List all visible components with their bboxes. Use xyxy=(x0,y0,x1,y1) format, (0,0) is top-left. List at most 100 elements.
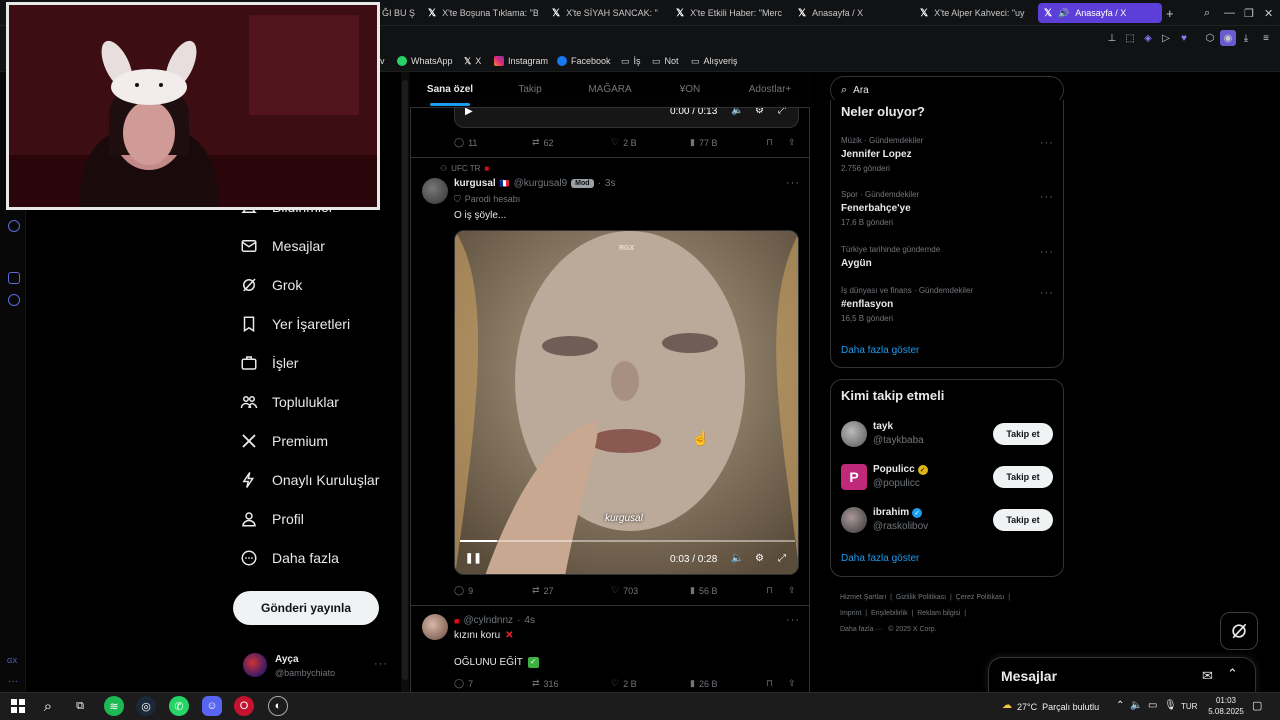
follow-button[interactable]: Takip et xyxy=(993,423,1053,445)
bookmark-facebook[interactable]: Facebook xyxy=(557,50,611,72)
clock-time[interactable]: 01:03 xyxy=(1206,696,1246,705)
suggest-name[interactable]: ibrahim xyxy=(873,507,909,518)
fullscreen-icon[interactable]: ⤢ xyxy=(778,553,786,564)
nav-profile[interactable]: Profil xyxy=(240,510,304,528)
footer-link[interactable]: Reklam bilgisi xyxy=(917,610,960,617)
post-menu-icon[interactable]: ··· xyxy=(786,177,800,189)
volume-icon[interactable]: 🔈 xyxy=(731,553,743,564)
show-more-trends-link[interactable]: Daha fazla göster xyxy=(841,345,919,356)
language-indicator[interactable]: TUR xyxy=(1181,702,1197,711)
reply-button[interactable]: ◯ 9 xyxy=(454,585,473,596)
nav-verified-orgs[interactable]: Onaylı Kuruluşlar xyxy=(240,471,379,489)
tab-for-you[interactable]: Sana özel xyxy=(410,72,490,108)
browser-tab[interactable]: 𝕏 Anasayfa / X xyxy=(798,0,908,26)
opera-gx-icon[interactable]: O xyxy=(234,696,254,716)
network-icon[interactable]: ▭ xyxy=(1148,700,1157,711)
clock-date[interactable]: 5.08.2025 xyxy=(1202,707,1250,716)
nav-bookmarks[interactable]: Yer İşaretleri xyxy=(240,315,350,333)
footer-link[interactable]: Hizmet Şartları xyxy=(840,594,886,601)
post-menu-icon[interactable]: ··· xyxy=(786,614,800,626)
video-progress-track[interactable] xyxy=(460,540,795,542)
steam-icon[interactable]: ◎ xyxy=(136,696,156,716)
trend-item[interactable]: İş dünyası ve finans · Gündemdekiler #en… xyxy=(841,286,973,323)
new-message-icon[interactable]: ✉ xyxy=(1202,668,1213,684)
community-context[interactable]: ⚇ UFC TR ■ xyxy=(440,164,489,173)
share-icon[interactable]: ⇪ xyxy=(788,137,796,148)
avatar[interactable] xyxy=(243,653,267,677)
post-time[interactable]: 4s xyxy=(524,615,535,626)
repost-button[interactable]: ⇄ 62 xyxy=(532,137,554,148)
repost-button[interactable]: ⇄ 316 xyxy=(532,678,559,689)
repost-button[interactable]: ⇄ 27 xyxy=(532,585,554,596)
restore-icon[interactable]: ❐ xyxy=(1244,0,1254,26)
browser-tab[interactable]: 𝕏 X'te SİYAH SANCAK: " xyxy=(552,0,662,26)
more-icon[interactable]: ··· xyxy=(8,676,18,687)
browser-tab[interactable]: 𝕏 X'te Etkili Haber: "Merc xyxy=(676,0,786,26)
footer-link[interactable]: Imprint xyxy=(840,610,861,617)
suggest-name[interactable]: Populicc xyxy=(873,464,915,475)
heart-icon[interactable]: ♥ xyxy=(1176,30,1192,46)
nav-communities[interactable]: Topluluklar xyxy=(240,393,339,411)
tab-adostlar[interactable]: Adostlar+ xyxy=(730,72,810,108)
task-view-icon[interactable]: ⧉ xyxy=(70,696,90,716)
nav-premium[interactable]: Premium xyxy=(240,432,328,450)
download-icon[interactable]: ⤓ xyxy=(1238,30,1254,46)
trend-menu-icon[interactable]: ··· xyxy=(1040,246,1054,258)
menu-icon[interactable]: ≡ xyxy=(1258,30,1274,46)
grok-floating-button[interactable] xyxy=(1220,612,1258,650)
bookmark-folder[interactable]: ▭ Not xyxy=(652,50,679,72)
avatar[interactable] xyxy=(841,507,867,533)
browser-tab[interactable]: ĞI BU Ş xyxy=(382,0,416,26)
search-icon[interactable]: ⌕ xyxy=(38,696,58,716)
microphone-icon[interactable]: 🎙 xyxy=(1164,700,1177,711)
nav-more[interactable]: Daha fazla xyxy=(240,549,339,567)
bookmark-folder[interactable]: ▭ Alışveriş xyxy=(691,50,738,72)
browser-tab-active[interactable]: 𝕏 🔊 Anasayfa / X xyxy=(1038,3,1162,23)
settings-gear-icon[interactable]: ⚙ xyxy=(755,553,764,564)
weather-text[interactable]: 27°C Parçalı bulutlu xyxy=(1017,702,1099,712)
screenshot-icon[interactable]: ⬚ xyxy=(1122,30,1138,46)
extensions-icon[interactable]: ⬡ xyxy=(1202,30,1218,46)
discord-icon[interactable]: ☺ xyxy=(202,696,222,716)
footer-link[interactable]: Erişilebilirlik xyxy=(871,610,908,617)
nav-messages[interactable]: Mesajlar xyxy=(240,237,325,255)
spotify-icon[interactable]: ≋ xyxy=(104,696,124,716)
footer-link[interactable]: Daha fazla ··· xyxy=(840,626,882,633)
trend-item[interactable]: Spor · Gündemdekiler Fenerbahçe'ye 17,6 … xyxy=(841,190,919,227)
shield-icon[interactable]: ◈ xyxy=(1140,30,1156,46)
follow-button[interactable]: Takip et xyxy=(993,466,1053,488)
follow-button[interactable]: Takip et xyxy=(993,509,1053,531)
bookmark[interactable]: v xyxy=(380,50,385,72)
post-time[interactable]: 3s xyxy=(605,178,616,189)
like-button[interactable]: ♡ 2 B xyxy=(611,678,637,689)
new-tab-button[interactable]: + xyxy=(1166,0,1178,26)
like-button[interactable]: ♡ 2 B xyxy=(611,137,637,148)
views-button[interactable]: ▮ 56 B xyxy=(690,585,717,596)
profile-avatar-icon[interactable]: ◉ xyxy=(1220,30,1236,46)
bookmark-icon[interactable]: ⊓ xyxy=(766,585,773,596)
footer-link[interactable]: Gizlilik Politikası xyxy=(896,594,946,601)
author-name[interactable]: kurgusal xyxy=(454,178,496,189)
minimize-icon[interactable]: — xyxy=(1224,0,1235,26)
browser-tab[interactable]: 𝕏 X'te Alper Kahveci: "uy xyxy=(920,0,1030,26)
sidebar-strip-icon[interactable] xyxy=(8,220,20,232)
whatsapp-icon[interactable]: ✆ xyxy=(169,696,189,716)
author-handle[interactable]: @kurgusal9 xyxy=(514,178,568,189)
windows-start-icon[interactable] xyxy=(8,696,28,716)
pause-icon[interactable]: ❚❚ xyxy=(465,553,482,564)
search-input[interactable]: Ara xyxy=(853,85,869,96)
bookmark-folder[interactable]: ▭ İş xyxy=(621,50,641,72)
avatar[interactable] xyxy=(841,421,867,447)
like-button[interactable]: ♡ 703 xyxy=(611,585,638,596)
views-button[interactable]: ▮ 26 B xyxy=(690,678,717,689)
search-tabs-icon[interactable]: ⌕ xyxy=(1204,0,1210,26)
footer-link[interactable]: Çerez Politikası xyxy=(956,594,1005,601)
close-window-icon[interactable]: ✕ xyxy=(1264,0,1273,26)
tab-magara[interactable]: MAĞARA xyxy=(570,72,650,108)
bookmark-whatsapp[interactable]: WhatsApp xyxy=(397,50,453,72)
reply-button[interactable]: ◯ 11 xyxy=(454,137,477,148)
trend-item[interactable]: Müzik · Gündemdekiler Jennifer Lopez 2.7… xyxy=(841,136,923,173)
views-button[interactable]: ▮ 77 B xyxy=(690,137,717,148)
obs-icon[interactable]: ◐ xyxy=(268,696,288,716)
tab-yon[interactable]: ¥ON xyxy=(650,72,730,108)
